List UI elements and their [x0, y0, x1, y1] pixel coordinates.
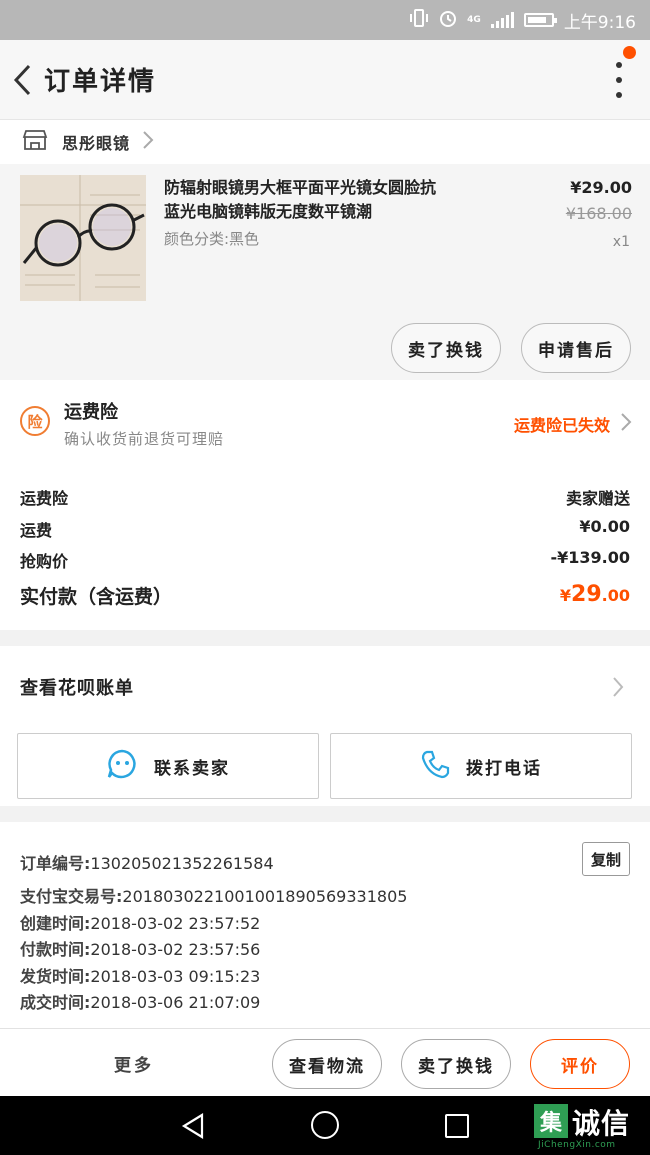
sell-for-cash-button[interactable]: 卖了换钱: [391, 323, 501, 373]
completed-time-label: 成交时间:: [20, 993, 91, 1012]
product-card[interactable]: 防辐射眼镜男大框平面平光镜女圆脸抗 蓝光电脑镜韩版无度数平镜潮 颜色分类:黑色 …: [0, 164, 650, 380]
alipay-trade-label: 支付宝交易号:: [20, 887, 123, 906]
watermark-url: JiChengXin.com: [538, 1140, 616, 1150]
contact-seller-button[interactable]: 联系卖家: [17, 733, 319, 799]
created-time-label: 创建时间:: [20, 914, 91, 933]
completed-time: 成交时间:2018-03-06 21:07:09: [20, 989, 260, 1013]
product-title: 防辐射眼镜男大框平面平光镜女圆脸抗 蓝光电脑镜韩版无度数平镜潮: [164, 176, 524, 224]
order-number-label: 订单编号:: [20, 854, 91, 873]
summary-label: 抢购价: [20, 552, 69, 571]
nav-home-icon[interactable]: [311, 1111, 339, 1139]
paid-time-value: 2018-03-02 23:57:56: [90, 940, 261, 959]
insurance-status[interactable]: 运费险已失效: [514, 412, 610, 436]
huabei-bill-link[interactable]: 查看花呗账单: [20, 674, 134, 700]
clock: 上午9:16: [563, 12, 636, 33]
summary-row: 运费 ¥0.00: [20, 517, 630, 541]
summary-row: 运费险 卖家赠送: [20, 485, 630, 509]
signal-icon: [490, 12, 514, 28]
total-value: ¥29.00: [560, 582, 630, 609]
total-decimal: .00: [601, 586, 630, 605]
call-phone-button[interactable]: 拨打电话: [330, 733, 632, 799]
summary-row: 抢购价 -¥139.00: [20, 548, 630, 572]
summary-value: ¥0.00: [579, 517, 630, 536]
shop-row[interactable]: 思彤眼镜: [0, 120, 650, 164]
chat-icon: [106, 749, 138, 784]
total-label: 实付款（含运费）: [20, 586, 173, 608]
alipay-trade-value: 2018030221001001890569331805: [122, 887, 408, 906]
product-title-line2: 蓝光电脑镜韩版无度数平镜潮: [164, 202, 373, 221]
summary-value: -¥139.00: [550, 548, 630, 567]
shop-name: 思彤眼镜: [62, 134, 131, 153]
shipped-time: 发货时间:2018-03-03 09:15:23: [20, 963, 260, 987]
call-phone-label: 拨打电话: [466, 758, 542, 779]
nav-recents-icon[interactable]: [445, 1114, 469, 1138]
chevron-right-icon: [142, 130, 154, 154]
chevron-right-icon[interactable]: [612, 676, 624, 702]
sell-for-cash-button-bottom[interactable]: 卖了换钱: [401, 1039, 511, 1089]
shipped-time-value: 2018-03-03 09:15:23: [90, 967, 261, 986]
total-currency: ¥: [559, 586, 572, 605]
shipped-time-label: 发货时间:: [20, 967, 91, 986]
page-title: 订单详情: [44, 67, 157, 97]
network-type: 4G: [467, 15, 481, 25]
product-price: ¥29.00: [570, 178, 632, 197]
bottom-action-bar: 更多 查看物流 卖了换钱 评价: [0, 1028, 650, 1096]
product-sku: 颜色分类:黑色: [164, 230, 260, 248]
system-nav-bar: 集 诚信 JiChengXin.com: [0, 1096, 650, 1155]
watermark-logo: 集 诚信 JiChengXin.com: [534, 1104, 650, 1150]
order-number: 订单编号:130205021352261584: [20, 850, 274, 874]
total-integer: 29: [571, 582, 602, 607]
insurance-title: 运费险: [64, 402, 118, 423]
paid-time: 付款时间:2018-03-02 23:57:56: [20, 936, 260, 960]
created-time: 创建时间:2018-03-02 23:57:52: [20, 910, 260, 934]
insurance-icon: 险: [20, 406, 50, 436]
product-image[interactable]: [20, 175, 146, 301]
chevron-left-icon: [13, 64, 31, 95]
product-quantity: x1: [612, 234, 630, 250]
order-info: 订单编号:130205021352261584 复制 支付宝交易号:201803…: [0, 822, 650, 1028]
nav-back-icon[interactable]: [180, 1112, 206, 1144]
paid-time-label: 付款时间:: [20, 940, 91, 959]
summary-value: 卖家赠送: [565, 489, 630, 508]
order-number-value: 130205021352261584: [90, 854, 274, 873]
header: 订单详情: [0, 40, 650, 120]
price-summary: 险 运费险 确认收货前退货可理赔 运费险已失效 运费险 卖家赠送 运费 ¥0.0…: [0, 380, 650, 630]
phone-icon: [420, 749, 450, 784]
contact-seller-label: 联系卖家: [154, 758, 230, 779]
product-original-price: ¥168.00: [565, 204, 632, 223]
watermark-text: 诚信: [572, 1107, 631, 1140]
chevron-right-icon[interactable]: [620, 412, 632, 436]
summary-label: 运费险: [20, 489, 69, 508]
completed-time-value: 2018-03-06 21:07:09: [90, 993, 261, 1012]
copy-button[interactable]: 复制: [582, 842, 630, 876]
after-sale-button[interactable]: 申请售后: [521, 323, 631, 373]
store-icon: [22, 129, 48, 155]
summary-label: 运费: [20, 521, 53, 540]
vibrate-icon: [409, 8, 429, 32]
watermark-box: 集: [534, 1104, 568, 1138]
more-button[interactable]: 更多: [114, 1051, 154, 1076]
more-menu-button[interactable]: [614, 62, 624, 98]
product-title-line1: 防辐射眼镜男大框平面平光镜女圆脸抗: [164, 178, 437, 197]
huabei-section: 查看花呗账单 联系卖家 拨打电话: [0, 646, 650, 806]
alarm-icon: [439, 9, 457, 32]
created-time-value: 2018-03-02 23:57:52: [90, 914, 261, 933]
review-button[interactable]: 评价: [530, 1039, 630, 1089]
alipay-trade-number: 支付宝交易号:2018030221001001890569331805: [20, 883, 407, 907]
battery-icon: [523, 13, 557, 27]
status-bar: 4G 上午9:16: [0, 0, 650, 40]
total-row: 实付款（含运费） ¥29.00: [20, 582, 630, 609]
insurance-subtitle: 确认收货前退货可理赔: [64, 430, 225, 448]
notification-dot: [623, 46, 636, 59]
view-logistics-button[interactable]: 查看物流: [272, 1039, 382, 1089]
back-button[interactable]: [2, 40, 42, 120]
